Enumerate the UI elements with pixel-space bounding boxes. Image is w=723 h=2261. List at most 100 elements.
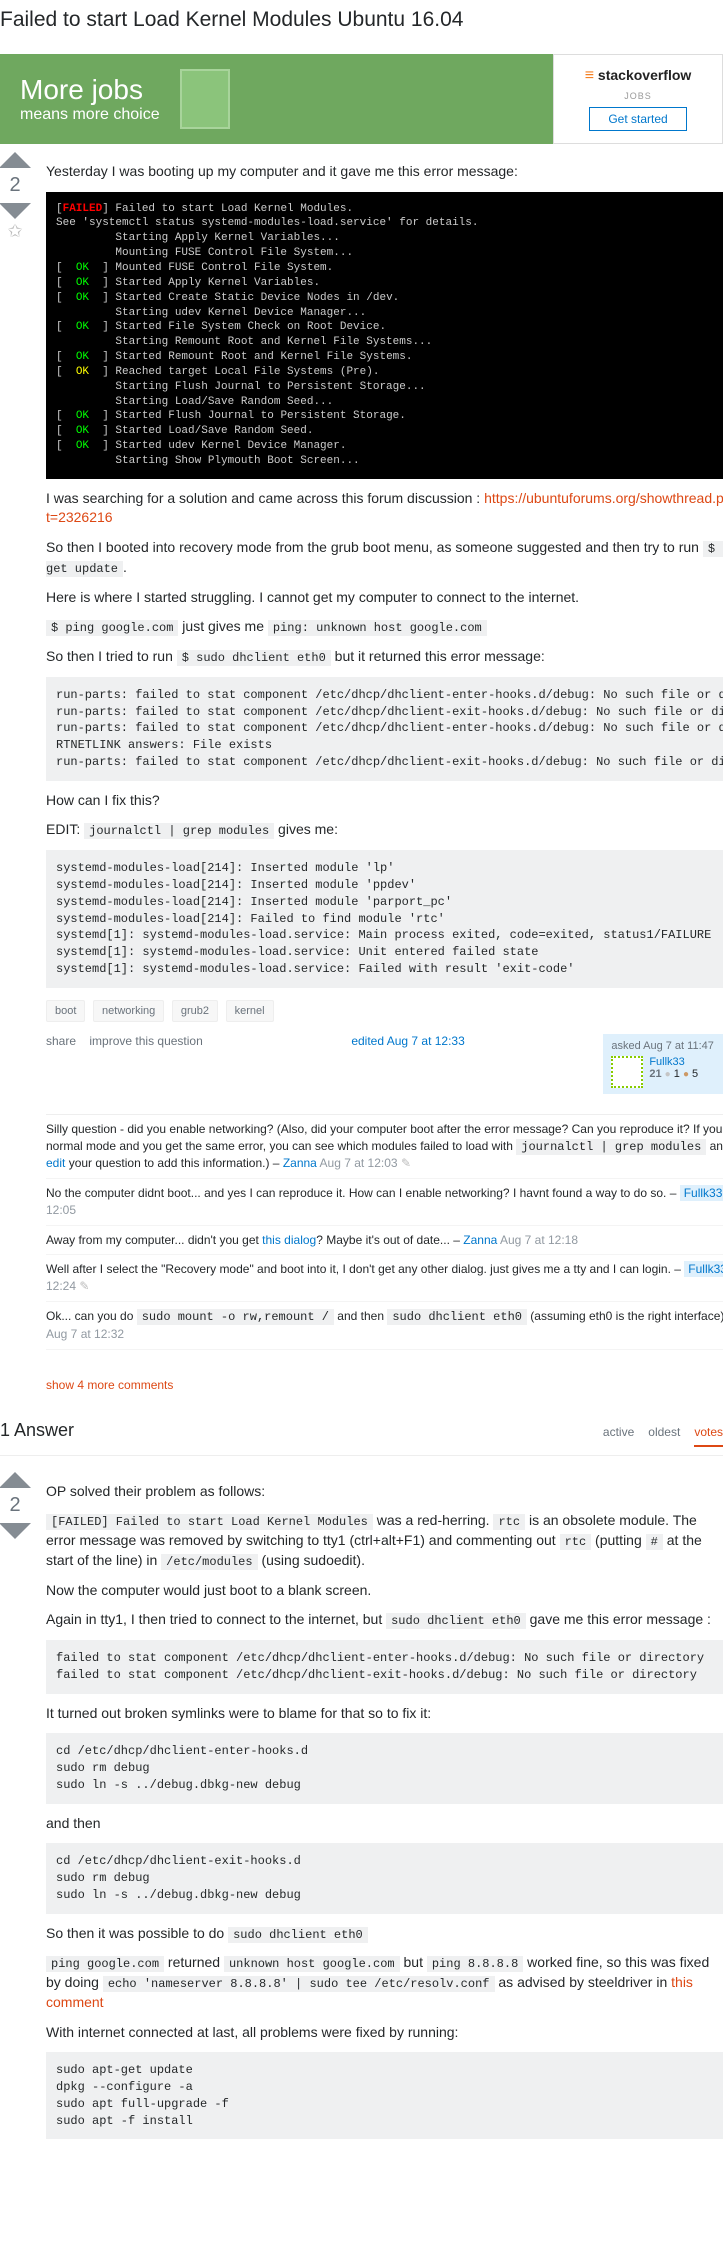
- inline-code: /etc/modules: [161, 1554, 257, 1570]
- answers-header: 1 Answer active oldest votes: [0, 1420, 723, 1456]
- reputation: 21: [649, 1068, 661, 1080]
- inline-code: ping google.com: [46, 1956, 164, 1972]
- comment: No the computer didnt boot... and yes I …: [46, 1179, 723, 1226]
- answer-paragraph: OP solved their problem as follows:: [46, 1482, 723, 1502]
- ad-left: More jobs means more choice: [0, 54, 553, 144]
- comment: Ok... can you do sudo mount -o rw,remoun…: [46, 1302, 723, 1350]
- downvote-button[interactable]: [0, 203, 31, 219]
- pencil-icon: ✎: [79, 1279, 89, 1293]
- comment-time: Aug 7 at 12:18: [500, 1233, 578, 1247]
- bronze-badge-icon: [683, 1069, 689, 1080]
- ad-subline: means more choice: [20, 106, 160, 124]
- answer-paragraph: So then it was possible to do sudo dhcli…: [46, 1924, 723, 1944]
- answer-paragraph: It turned out broken symlinks were to bl…: [46, 1704, 723, 1724]
- question-paragraph: I was searching for a solution and came …: [46, 489, 723, 528]
- vote-count: 2: [9, 174, 20, 197]
- comment: Away from my computer... didn't you get …: [46, 1226, 723, 1256]
- answer-paragraph: ping google.com returned unknown host go…: [46, 1953, 723, 2012]
- code-block: systemd-modules-load[214]: Inserted modu…: [46, 850, 723, 988]
- get-started-button[interactable]: Get started: [589, 107, 686, 131]
- comment-author[interactable]: Fullk33: [684, 1261, 723, 1277]
- comment-time: Aug 7 at 12:03: [320, 1156, 398, 1170]
- downvote-button[interactable]: [0, 1523, 31, 1539]
- ad-right: ≡ stackoverflow JOBS Get started: [553, 54, 723, 144]
- answer-paragraph: Again in tty1, I then tried to connect t…: [46, 1610, 723, 1630]
- comment-link[interactable]: this dialog: [262, 1233, 316, 1247]
- question-paragraph: Here is where I started struggling. I ca…: [46, 588, 723, 608]
- tab-active[interactable]: active: [603, 1425, 634, 1447]
- code-block: run-parts: failed to stat component /etc…: [46, 677, 723, 781]
- question-paragraph: EDIT: journalctl | grep modules gives me…: [46, 820, 723, 840]
- answer-paragraph: [FAILED] Failed to start Load Kernel Mod…: [46, 1511, 723, 1570]
- answers-heading: 1 Answer: [0, 1420, 74, 1441]
- tab-votes[interactable]: votes: [694, 1425, 723, 1447]
- user-link[interactable]: Fullk33: [649, 1056, 684, 1068]
- inline-code: $ sudo dhclient eth0: [177, 650, 331, 666]
- share-link[interactable]: share: [46, 1034, 76, 1048]
- jobs-label: JOBS: [624, 91, 652, 101]
- inline-code: rtc: [560, 1534, 592, 1550]
- page-title: Failed to start Load Kernel Modules Ubun…: [0, 8, 723, 32]
- avatar[interactable]: [611, 1056, 643, 1088]
- question-paragraph: So then I booted into recovery mode from…: [46, 538, 723, 578]
- improve-link[interactable]: improve this question: [89, 1034, 202, 1048]
- inline-code: ping: unknown host google.com: [268, 620, 487, 636]
- favorite-star-icon[interactable]: ✩: [7, 221, 22, 242]
- vote-count: 2: [9, 1494, 20, 1517]
- tag-boot[interactable]: boot: [46, 1000, 85, 1022]
- comment-author[interactable]: Zanna: [283, 1156, 317, 1170]
- tag-networking[interactable]: networking: [93, 1000, 164, 1022]
- question-paragraph: $ ping google.com just gives me ping: un…: [46, 617, 723, 637]
- inline-code: sudo dhclient eth0: [387, 1309, 527, 1325]
- comment: Silly question - did you enable networki…: [46, 1115, 723, 1179]
- silver-badge-icon: [665, 1069, 671, 1080]
- code-block: cd /etc/dhcp/dhclient-enter-hooks.d sudo…: [46, 1733, 723, 1803]
- asked-time: asked Aug 7 at 11:47: [611, 1040, 723, 1052]
- answer-paragraph: Now the computer would just boot to a bl…: [46, 1581, 723, 1601]
- code-block: failed to stat component /etc/dhcp/dhcli…: [46, 1640, 723, 1694]
- edited-link[interactable]: edited Aug 7 at 12:33: [351, 1034, 464, 1048]
- inline-code: echo 'nameserver 8.8.8.8' | sudo tee /et…: [103, 1976, 495, 1992]
- tab-oldest[interactable]: oldest: [648, 1425, 680, 1447]
- inline-code: sudo dhclient eth0: [228, 1927, 368, 1943]
- question-paragraph: So then I tried to run $ sudo dhclient e…: [46, 647, 723, 667]
- inline-code: rtc: [493, 1514, 525, 1530]
- terminal-screenshot: [FAILED] Failed to start Load Kernel Mod…: [46, 192, 723, 479]
- inline-code: #: [646, 1534, 663, 1550]
- comment: Well after I select the "Recovery mode" …: [46, 1255, 723, 1302]
- comment-time: Aug 7 at 12:24: [46, 1262, 723, 1293]
- question-paragraph: Yesterday I was booting up my computer a…: [46, 162, 723, 182]
- upvote-button[interactable]: [0, 1472, 31, 1488]
- inline-code: sudo mount -o rw,remount /: [137, 1309, 334, 1325]
- answer-paragraph: and then: [46, 1814, 723, 1834]
- code-block: cd /etc/dhcp/dhclient-exit-hooks.d sudo …: [46, 1843, 723, 1913]
- post-menu: share improve this question edited Aug 7…: [46, 1034, 723, 1094]
- ad-banner[interactable]: More jobs means more choice ≡ stackoverf…: [0, 54, 723, 144]
- comment-time: Aug 7 at 12:32: [46, 1327, 124, 1341]
- comment-author[interactable]: Zanna: [463, 1233, 497, 1247]
- tag-grub2[interactable]: grub2: [172, 1000, 218, 1022]
- show-more-comments[interactable]: show 4 more comments: [46, 1370, 173, 1400]
- question-paragraph: How can I fix this?: [46, 791, 723, 811]
- tags: boot networking grub2 kernel: [46, 1000, 723, 1022]
- upvote-button[interactable]: [0, 152, 31, 168]
- answer-tabs: active oldest votes: [603, 1425, 723, 1447]
- inline-code: unknown host google.com: [224, 1956, 400, 1972]
- pencil-icon: ✎: [401, 1156, 411, 1170]
- comment-author[interactable]: Fullk33: [680, 1185, 723, 1201]
- comment-link[interactable]: edit: [46, 1156, 65, 1170]
- answer-paragraph: With internet connected at last, all pro…: [46, 2023, 723, 2043]
- inline-code: journalctl | grep modules: [516, 1139, 706, 1155]
- tag-kernel[interactable]: kernel: [226, 1000, 274, 1022]
- stackoverflow-logo: ≡ stackoverflow: [585, 67, 692, 85]
- ad-headline: More jobs: [20, 74, 143, 105]
- inline-code: ping 8.8.8.8: [427, 1956, 523, 1972]
- stack-icon: ≡: [585, 67, 594, 84]
- vote-cell: 2: [0, 1472, 30, 2148]
- inline-code: journalctl | grep modules: [84, 823, 274, 839]
- vote-cell: 2 ✩: [0, 152, 30, 1400]
- door-icon: [180, 69, 230, 129]
- inline-code: sudo dhclient eth0: [386, 1613, 526, 1629]
- inline-code: $ ping google.com: [46, 620, 178, 636]
- asker-user-card: asked Aug 7 at 11:47 Fullk33 21 1 5: [603, 1034, 723, 1094]
